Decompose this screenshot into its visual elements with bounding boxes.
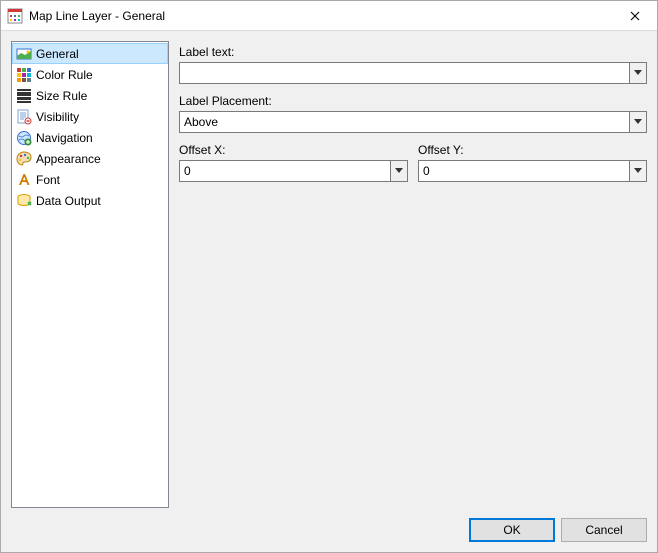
appearance-icon bbox=[16, 151, 32, 167]
close-button[interactable] bbox=[612, 1, 657, 31]
label-placement-input[interactable] bbox=[180, 112, 629, 132]
navigation-icon bbox=[16, 130, 32, 146]
sidebar-item-color-rule[interactable]: Color Rule bbox=[12, 64, 168, 85]
offset-x-input[interactable] bbox=[180, 161, 390, 181]
label-text-drop[interactable] bbox=[629, 63, 646, 83]
sidebar-item-size-rule[interactable]: Size Rule bbox=[12, 85, 168, 106]
titlebar: Map Line Layer - General bbox=[1, 1, 657, 31]
cancel-button-label: Cancel bbox=[585, 523, 622, 537]
sidebar-item-label: Font bbox=[36, 173, 60, 187]
label-text-combo[interactable] bbox=[179, 62, 647, 84]
color-rule-icon bbox=[16, 67, 32, 83]
data-output-icon bbox=[16, 193, 32, 209]
offset-y-label: Offset Y: bbox=[418, 143, 647, 157]
label-placement-label: Label Placement: bbox=[179, 94, 647, 108]
label-placement-combo[interactable] bbox=[179, 111, 647, 133]
ok-button[interactable]: OK bbox=[469, 518, 555, 542]
client-area: General Color Rule Size Rule bbox=[1, 31, 657, 552]
sidebar-item-label: Data Output bbox=[36, 194, 101, 208]
sidebar-item-navigation[interactable]: Navigation bbox=[12, 127, 168, 148]
sidebar-item-label: Color Rule bbox=[36, 68, 93, 82]
dialog-window: Map Line Layer - General General Color bbox=[0, 0, 658, 553]
offset-y-drop[interactable] bbox=[629, 161, 646, 181]
sidebar-item-font[interactable]: Font bbox=[12, 169, 168, 190]
offset-x-label: Offset X: bbox=[179, 143, 408, 157]
sidebar-item-appearance[interactable]: Appearance bbox=[12, 148, 168, 169]
sidebar-item-label: Visibility bbox=[36, 110, 79, 124]
sidebar-item-label: Size Rule bbox=[36, 89, 87, 103]
label-placement-drop[interactable] bbox=[629, 112, 646, 132]
sidebar-item-label: Appearance bbox=[36, 152, 101, 166]
visibility-icon bbox=[16, 109, 32, 125]
offset-x-drop[interactable] bbox=[390, 161, 407, 181]
size-rule-icon bbox=[16, 88, 32, 104]
label-text-label: Label text: bbox=[179, 45, 647, 59]
main-panel: Label text: Label Placement: bbox=[179, 41, 647, 508]
font-icon bbox=[16, 172, 32, 188]
cancel-button[interactable]: Cancel bbox=[561, 518, 647, 542]
button-row: OK Cancel bbox=[11, 508, 647, 542]
sidebar-item-label: General bbox=[36, 47, 79, 61]
sidebar-item-data-output[interactable]: Data Output bbox=[12, 190, 168, 211]
window-title: Map Line Layer - General bbox=[29, 9, 165, 23]
offset-x-combo[interactable] bbox=[179, 160, 408, 182]
ok-button-label: OK bbox=[503, 523, 520, 537]
app-icon bbox=[7, 8, 23, 24]
label-text-input[interactable] bbox=[180, 63, 629, 83]
sidebar-item-label: Navigation bbox=[36, 131, 93, 145]
sidebar-item-visibility[interactable]: Visibility bbox=[12, 106, 168, 127]
offset-y-input[interactable] bbox=[419, 161, 629, 181]
general-icon bbox=[16, 46, 32, 62]
offset-y-combo[interactable] bbox=[418, 160, 647, 182]
category-sidebar: General Color Rule Size Rule bbox=[11, 41, 169, 508]
sidebar-item-general[interactable]: General bbox=[12, 43, 168, 64]
